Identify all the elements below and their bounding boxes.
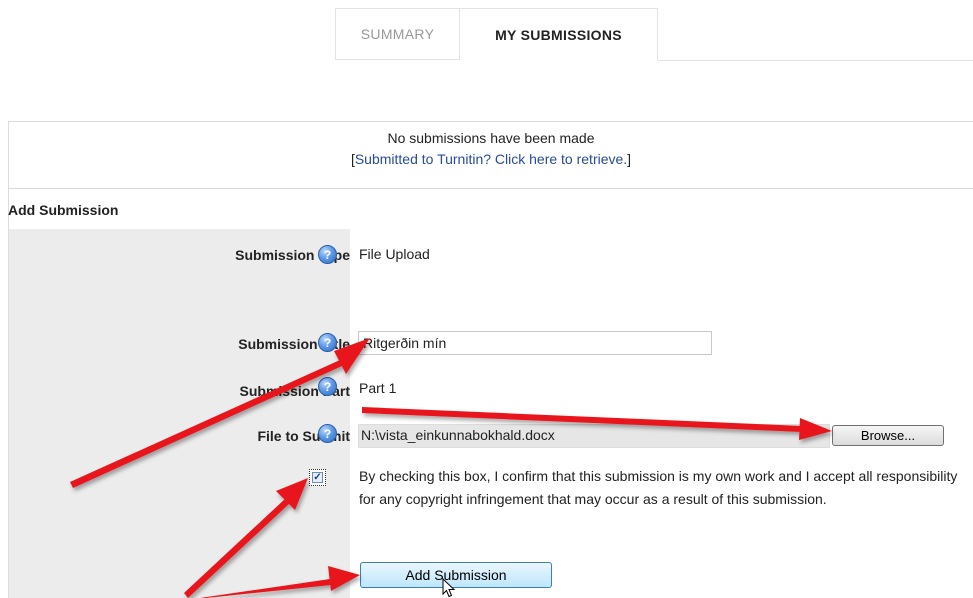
- help-icon[interactable]: ?: [318, 377, 337, 396]
- submission-title-input[interactable]: [358, 331, 712, 355]
- no-submissions-message: No submissions have been made: [387, 130, 595, 146]
- tab-bar: SUMMARY MY SUBMISSIONS: [0, 0, 973, 62]
- submission-part-value: Part 1: [359, 380, 397, 396]
- label-column: [9, 229, 350, 598]
- tab-summary[interactable]: SUMMARY: [335, 8, 459, 60]
- agree-checkbox[interactable]: ✓: [309, 469, 326, 486]
- file-path-field[interactable]: N:\vista_einkunnabokhald.docx: [358, 424, 830, 448]
- add-submission-button[interactable]: Add Submission: [360, 562, 552, 588]
- checkmark-icon: ✓: [312, 472, 323, 483]
- help-icon[interactable]: ?: [318, 424, 337, 443]
- mouse-cursor-icon: [442, 578, 456, 598]
- submission-type-value: File Upload: [359, 246, 430, 262]
- retrieve-turnitin-link[interactable]: Submitted to Turnitin? Click here to ret…: [355, 151, 627, 167]
- help-icon[interactable]: ?: [318, 333, 337, 352]
- browse-button[interactable]: Browse...: [832, 425, 944, 446]
- agreement-text: By checking this box, I confirm that thi…: [359, 468, 958, 507]
- tab-my-submissions[interactable]: MY SUBMISSIONS: [459, 8, 658, 60]
- help-icon[interactable]: ?: [318, 245, 337, 264]
- submissions-notice: No submissions have been made [Submitted…: [8, 121, 973, 189]
- retrieve-line: [Submitted to Turnitin? Click here to re…: [350, 151, 632, 167]
- form-title: Add Submission: [8, 202, 119, 218]
- tab-divider: [658, 60, 973, 61]
